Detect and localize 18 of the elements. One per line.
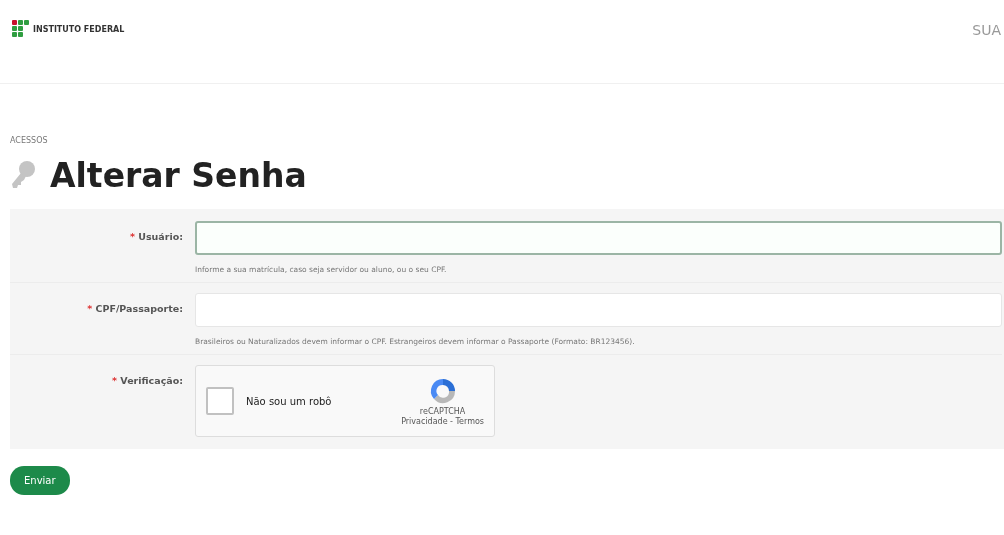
required-mark: * bbox=[129, 231, 135, 242]
field-label: Verificação: bbox=[120, 375, 183, 386]
recaptcha-label: reCAPTCHA bbox=[419, 407, 466, 416]
captcha-widget[interactable]: Não sou um robô reCAPTCHA Privacidade - Termos bbox=[195, 365, 495, 437]
key-icon bbox=[10, 160, 36, 190]
required-mark: * bbox=[87, 303, 93, 314]
page-title: Alterar Senha bbox=[50, 155, 307, 195]
logo-text: INSTITUTO FEDERAL bbox=[33, 24, 125, 34]
checkbox-label: Não sou um robô bbox=[246, 395, 333, 407]
field-label: Usuário: bbox=[138, 231, 183, 242]
logo-icon bbox=[12, 20, 30, 38]
required-mark: * bbox=[112, 375, 117, 386]
checkbox[interactable] bbox=[206, 387, 234, 415]
breadcrumb: ACESSOS bbox=[10, 136, 49, 145]
input-field[interactable] bbox=[195, 221, 1002, 255]
submit-button[interactable]: Enviar bbox=[10, 466, 70, 495]
field-label: CPF/Passaporte: bbox=[95, 303, 183, 314]
privacy-links[interactable]: Privacidade - Termos bbox=[401, 417, 484, 426]
